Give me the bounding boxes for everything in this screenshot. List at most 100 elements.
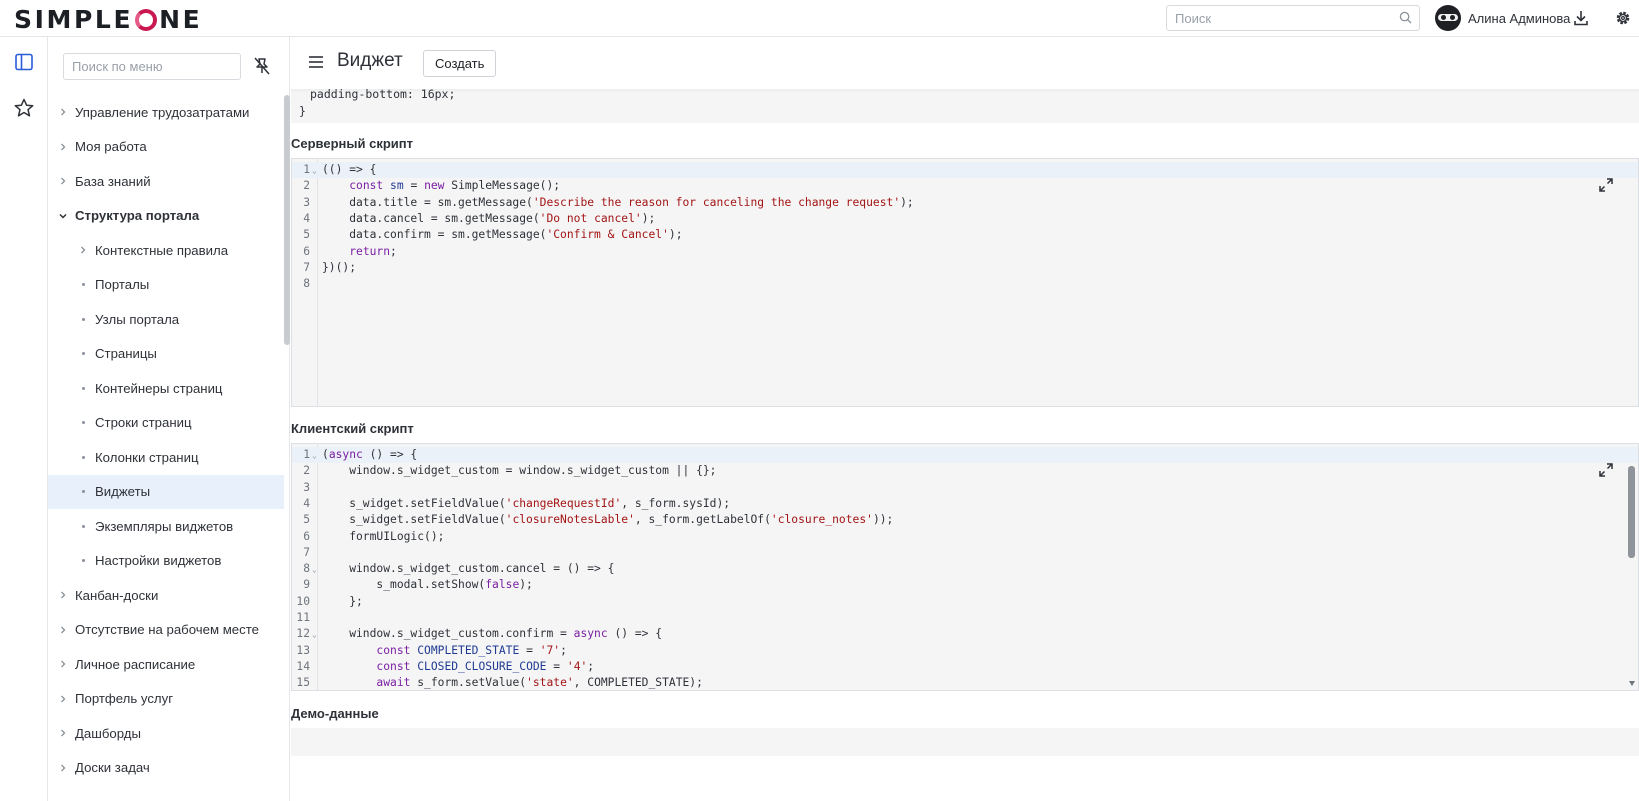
- bullet-icon: [77, 279, 89, 291]
- code-text: data.cancel = sm.getMessage('Do not canc…: [322, 211, 655, 227]
- code-token: ;: [560, 643, 567, 657]
- menu-item[interactable]: Личное расписание: [48, 647, 284, 682]
- code-line[interactable]: 3 data.title = sm.getMessage('Describe t…: [292, 195, 1638, 211]
- code-line[interactable]: 13 const COMPLETED_STATE = '7';: [292, 643, 1638, 659]
- menu-item[interactable]: Строки страниц: [48, 406, 284, 441]
- menu-item[interactable]: База знаний: [48, 164, 284, 199]
- code-line[interactable]: 5 data.confirm = sm.getMessage('Confirm …: [292, 227, 1638, 243]
- demo-data-label: Демо-данные: [291, 706, 379, 721]
- menu-item[interactable]: Портфель услуг: [48, 682, 284, 717]
- line-number: 7: [303, 260, 310, 274]
- simpleone-logo[interactable]: SIMPLE NE: [14, 5, 202, 34]
- fold-chevron-icon[interactable]: ⌄: [312, 448, 317, 464]
- fold-chevron-icon[interactable]: ⌄: [312, 163, 317, 179]
- code-line[interactable]: 2 const sm = new SimpleMessage();: [292, 178, 1638, 194]
- menu-item-label: Узлы портала: [95, 311, 180, 327]
- menu-search-input[interactable]: [64, 54, 240, 79]
- code-line[interactable]: 14 const CLOSED_CLOSURE_CODE = '4';: [292, 659, 1638, 675]
- client-script-editor[interactable]: 1 ⌄ (async () => {2 window.s_widget_custom…: [291, 443, 1639, 691]
- user-menu[interactable]: Алина Админова: [1435, 5, 1570, 31]
- line-number: 3: [303, 195, 310, 209]
- create-button[interactable]: Создать: [423, 50, 497, 77]
- menu-item[interactable]: Экземпляры виджетов: [48, 509, 284, 544]
- star-icon[interactable]: [13, 97, 35, 119]
- hamburger-menu-icon[interactable]: [308, 55, 324, 69]
- line-number: 6: [303, 529, 310, 543]
- code-text: (async () => {: [322, 447, 417, 463]
- code-line[interactable]: 10 };: [292, 594, 1638, 610]
- server-script-editor[interactable]: 1 ⌄ (() => {2 const sm = new SimpleMessage…: [291, 158, 1639, 407]
- menu-item-label: Экземпляры виджетов: [95, 518, 234, 534]
- user-name[interactable]: Алина Админова: [1468, 11, 1570, 26]
- css-code-line: padding-bottom: 16px;: [310, 87, 456, 101]
- chevron-right-icon: [57, 141, 69, 153]
- line-number: 2: [303, 464, 310, 478]
- menu-item[interactable]: Доски задач: [48, 751, 284, 786]
- code-line[interactable]: 12 ⌄ window.s_widget_custom.confirm = asy…: [292, 626, 1638, 642]
- code-token: , s_form.sysId);: [621, 496, 731, 510]
- line-number: 10: [296, 594, 310, 608]
- code-line[interactable]: 7: [292, 545, 1638, 561]
- menu-item[interactable]: Дашборды: [48, 716, 284, 751]
- top-bar: SIMPLE NE Алина Админова: [0, 0, 1639, 37]
- menu-item-label: Канбан-доски: [75, 587, 159, 603]
- menu-item[interactable]: Страницы: [48, 337, 284, 372]
- code-line[interactable]: 1 ⌄ (async () => {: [292, 447, 1638, 464]
- form-header: Виджет Создать: [291, 37, 1639, 89]
- code-line[interactable]: 1 ⌄ (() => {: [292, 162, 1638, 179]
- menu-item[interactable]: Управление трудозатратами: [48, 95, 284, 130]
- code-line[interactable]: 3: [292, 480, 1638, 496]
- demo-data-editor[interactable]: [291, 728, 1639, 756]
- menu-item[interactable]: Отсутствие на рабочем месте: [48, 613, 284, 648]
- code-line[interactable]: 8 ⌄ window.s_widget_custom.cancel = () =>…: [292, 561, 1638, 577]
- css-code-line: }: [299, 104, 306, 118]
- chevron-right-icon: [57, 762, 69, 774]
- code-line[interactable]: 2 window.s_widget_custom = window.s_widg…: [292, 463, 1638, 479]
- code-line[interactable]: 11: [292, 610, 1638, 626]
- code-token: =: [519, 643, 540, 657]
- bullet-icon: [77, 348, 89, 360]
- fold-chevron-icon[interactable]: ⌄: [312, 627, 317, 643]
- search-icon[interactable]: [1399, 11, 1412, 24]
- left-rail: [0, 37, 48, 801]
- menu-item-label: Виджеты: [95, 484, 151, 500]
- menu-item[interactable]: Канбан-доски: [48, 578, 284, 613]
- code-token: s_widget.setFieldValue(: [322, 496, 506, 510]
- menu-item[interactable]: Виджеты: [48, 474, 284, 509]
- code-line[interactable]: 4 data.cancel = sm.getMessage('Do not ca…: [292, 211, 1638, 227]
- fold-chevron-icon[interactable]: ⌄: [312, 562, 317, 578]
- menu-item[interactable]: Моя работа: [48, 130, 284, 165]
- code-line[interactable]: 8: [292, 276, 1638, 292]
- avatar[interactable]: [1435, 5, 1461, 31]
- unpin-icon[interactable]: [251, 55, 273, 77]
- menu-item[interactable]: Структура портала: [48, 199, 284, 234]
- chevron-right-icon: [57, 106, 69, 118]
- code-line[interactable]: 7})();: [292, 260, 1638, 276]
- code-line[interactable]: 9 s_modal.setShow(false);: [292, 577, 1638, 593]
- global-search-input[interactable]: [1167, 6, 1387, 30]
- menu-item[interactable]: Контейнеры страниц: [48, 371, 284, 406]
- menu-item[interactable]: Настройки виджетов: [48, 544, 284, 579]
- bullet-icon: [77, 382, 89, 394]
- menu-item[interactable]: Порталы: [48, 268, 284, 303]
- code-line[interactable]: 4 s_widget.setFieldValue('changeRequestI…: [292, 496, 1638, 512]
- code-line[interactable]: 5 s_widget.setFieldValue('closureNotesLa…: [292, 512, 1638, 528]
- code-token: CLOSED_CLOSURE_CODE: [417, 659, 547, 673]
- line-number: 13: [296, 643, 310, 657]
- menu-item[interactable]: Контекстные правила: [48, 233, 284, 268]
- download-icon[interactable]: [1572, 9, 1590, 27]
- chevron-right-icon: [77, 244, 89, 256]
- code-line[interactable]: 15 await s_form.setValue('state', COMPLE…: [292, 675, 1638, 690]
- menu-item-label: Отсутствие на рабочем месте: [75, 622, 259, 638]
- code-line[interactable]: 6 formUILogic();: [292, 529, 1638, 545]
- menu-item-label: Управление трудозатратами: [75, 104, 250, 120]
- code-line[interactable]: 6 return;: [292, 244, 1638, 260]
- menu-item[interactable]: Узлы портала: [48, 302, 284, 337]
- sidebar-toggle-icon[interactable]: [13, 51, 35, 73]
- code-text: window.s_widget_custom = window.s_widget…: [322, 463, 716, 479]
- gear-icon[interactable]: [1614, 9, 1632, 27]
- menu-scrollbar[interactable]: [284, 95, 290, 345]
- menu-item[interactable]: Колонки страниц: [48, 440, 284, 475]
- code-token: () => {: [607, 627, 663, 641]
